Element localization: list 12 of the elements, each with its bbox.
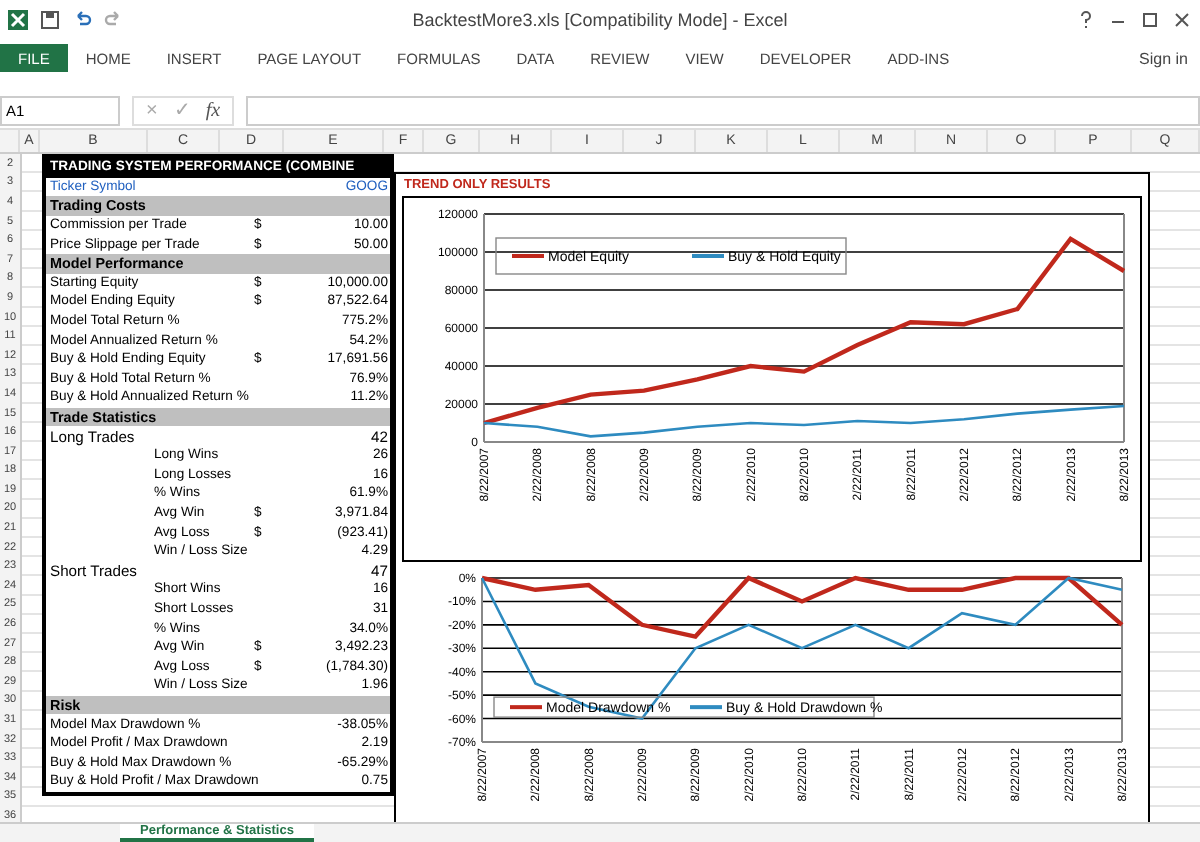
legend-swatch — [690, 705, 722, 710]
legend-swatch — [510, 705, 542, 710]
sign-in-link[interactable]: Sign in — [1139, 49, 1200, 67]
window-title: BacktestMore3.xls [Compatibility Mode] - Excel — [410, 10, 790, 30]
excel-logo-icon — [8, 10, 28, 30]
insert-function-button[interactable]: fx — [205, 99, 221, 121]
formula-input-field[interactable] — [246, 95, 1200, 125]
maximize-icon[interactable] — [1140, 10, 1160, 30]
undo-icon[interactable] — [72, 10, 92, 30]
save-icon[interactable] — [40, 10, 60, 30]
help-icon[interactable] — [1076, 10, 1096, 30]
close-icon[interactable] — [1172, 10, 1192, 30]
